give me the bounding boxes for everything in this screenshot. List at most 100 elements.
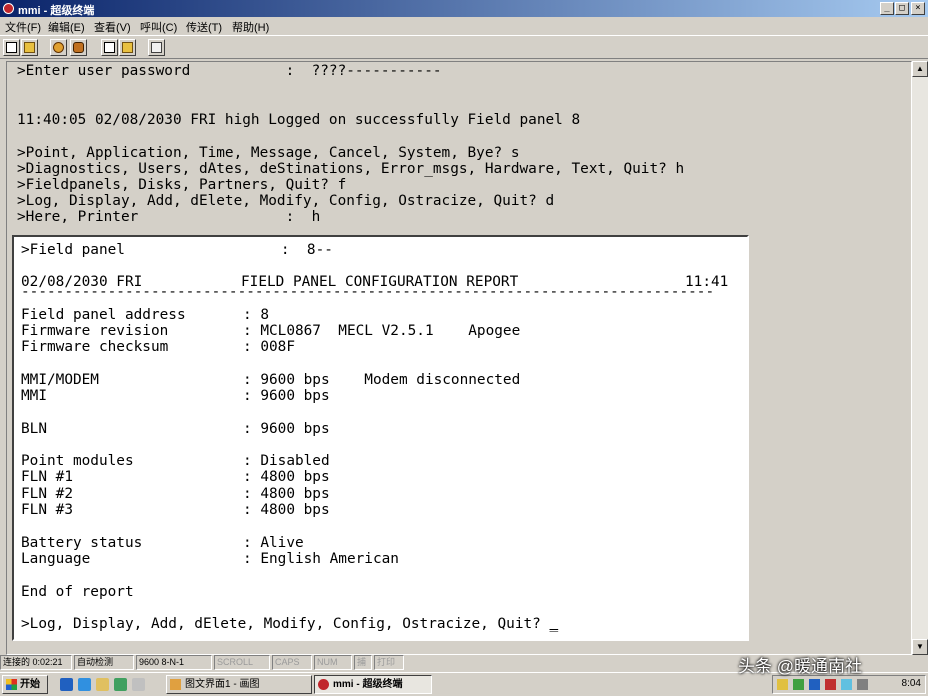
properties-icon xyxy=(151,42,162,53)
taskbar-hyperterminal-window[interactable]: mmi - 超级终端 xyxy=(314,675,432,694)
show-desktop-icon[interactable] xyxy=(96,678,109,691)
task-label: 图文界面1 - 画图 xyxy=(185,679,260,690)
report-row-value: : 8 xyxy=(243,307,269,323)
terminal-line: 11:40:05 02/08/2030 FRI high Logged on s… xyxy=(17,112,581,128)
report-row-label: BLN xyxy=(21,421,47,437)
status-auto-detect: 自动检测 xyxy=(74,655,134,670)
menu-call[interactable]: 呼叫(C) xyxy=(140,19,177,35)
terminal-line: >Here, Printer : h xyxy=(17,209,321,225)
send-button[interactable] xyxy=(101,39,118,56)
status-capture: 捕 xyxy=(354,655,372,670)
quick-launch-icon[interactable] xyxy=(132,678,145,691)
menu-bar: 文件(F) 编辑(E) 查看(V) 呼叫(C) 传送(T) 帮助(H) xyxy=(0,17,928,35)
start-label: 开始 xyxy=(20,679,40,690)
menu-view[interactable]: 查看(V) xyxy=(94,19,131,35)
start-button[interactable]: 开始 xyxy=(2,675,48,694)
tray-icon[interactable] xyxy=(825,679,836,690)
volume-icon[interactable] xyxy=(857,679,868,690)
report-row-value: : 9600 bps Modem disconnected xyxy=(243,372,521,388)
report-row-label: Language xyxy=(21,551,91,567)
close-button[interactable]: × xyxy=(911,2,925,15)
quick-launch-icon[interactable] xyxy=(114,678,127,691)
status-scroll: SCROLL xyxy=(214,655,270,670)
internet-explorer-icon[interactable] xyxy=(60,678,73,691)
toolbar xyxy=(0,35,928,59)
clock[interactable]: 8:04 xyxy=(902,678,921,689)
report-row-value: : 4800 bps xyxy=(243,502,330,518)
field-panel-report: >Field panel : 8-- 02/08/2030 FRI FIELD … xyxy=(12,235,749,641)
terminal-screen[interactable]: >Enter user password : ????----------- 1… xyxy=(6,61,912,655)
report-row-label: Firmware revision xyxy=(21,323,169,339)
taskbar-paint-window[interactable]: 图文界面1 - 画图 xyxy=(166,675,312,694)
menu-help[interactable]: 帮助(H) xyxy=(232,19,269,35)
end-of-report: End of report xyxy=(21,584,134,600)
report-row-label: Field panel address xyxy=(21,307,186,323)
command-prompt[interactable]: >Log, Display, Add, dElete, Modify, Conf… xyxy=(21,616,558,633)
field-panel-prompt: >Field panel : 8-- xyxy=(21,242,333,258)
send-icon xyxy=(104,42,115,53)
tray-icon[interactable] xyxy=(777,679,788,690)
status-connected-time: 连接的 0:02:21 xyxy=(0,655,72,670)
terminal-line: >Fieldpanels, Disks, Partners, Quit? f xyxy=(17,177,347,193)
tray-icon[interactable] xyxy=(809,679,820,690)
hyperterminal-icon xyxy=(318,679,329,690)
report-row-value: : Disabled xyxy=(243,453,330,469)
new-connection-button[interactable] xyxy=(3,39,20,56)
tray-icon[interactable] xyxy=(793,679,804,690)
status-print-echo: 打印 xyxy=(374,655,404,670)
open-button[interactable] xyxy=(21,39,38,56)
paint-icon xyxy=(170,679,181,690)
status-baud: 9600 8-N-1 xyxy=(136,655,212,670)
terminal-line: >Diagnostics, Users, dAtes, deStinations… xyxy=(17,161,685,177)
report-row-label: FLN #2 xyxy=(21,486,73,502)
title-bar: mmi - 超级终端 _ □ × xyxy=(0,0,928,17)
new-icon xyxy=(6,42,17,53)
disconnect-icon xyxy=(73,42,84,53)
report-row-value: : MCL0867 MECL V2.5.1 Apogee xyxy=(243,323,521,339)
system-tray: 8:04 xyxy=(772,675,926,694)
report-row-label: FLN #1 xyxy=(21,469,73,485)
connect-button[interactable] xyxy=(50,39,67,56)
vertical-scrollbar[interactable]: ▲ ▼ xyxy=(912,61,928,655)
properties-button[interactable] xyxy=(148,39,165,56)
report-row-label: MMI xyxy=(21,388,47,404)
hyperterminal-app-icon[interactable] xyxy=(3,3,14,14)
report-row-value: : 4800 bps xyxy=(243,486,330,502)
window-title: mmi - 超级终端 xyxy=(18,5,95,17)
open-icon xyxy=(24,42,35,53)
report-row-value: : Alive xyxy=(243,535,304,551)
report-row-value: : 9600 bps xyxy=(243,421,330,437)
report-row-label: MMI/MODEM xyxy=(21,372,99,388)
report-separator: ----------------------------------------… xyxy=(21,284,715,300)
command-prompt-text: >Log, Display, Add, dElete, Modify, Conf… xyxy=(21,616,550,632)
terminal-line: >Enter user password : ????----------- xyxy=(17,63,442,79)
receive-icon xyxy=(122,42,133,53)
watermark: 头条 @暖通南社 xyxy=(738,657,862,676)
report-row-label: Point modules xyxy=(21,453,134,469)
text-cursor: _ xyxy=(549,616,559,632)
status-num: NUM xyxy=(314,655,352,670)
receive-button[interactable] xyxy=(119,39,136,56)
report-row-label: Firmware checksum xyxy=(21,339,169,355)
maximize-button[interactable]: □ xyxy=(895,2,909,15)
minimize-button[interactable]: _ xyxy=(880,2,894,15)
task-label: mmi - 超级终端 xyxy=(333,679,403,690)
status-caps: CAPS xyxy=(272,655,312,670)
menu-file[interactable]: 文件(F) xyxy=(5,19,41,35)
terminal-line: >Point, Application, Time, Message, Canc… xyxy=(17,145,520,161)
menu-edit[interactable]: 编辑(E) xyxy=(48,19,85,35)
menu-transfer[interactable]: 传送(T) xyxy=(186,19,222,35)
scroll-down-button[interactable]: ▼ xyxy=(912,639,928,655)
report-row-label: FLN #3 xyxy=(21,502,73,518)
report-row-value: : English American xyxy=(243,551,399,567)
scroll-up-button[interactable]: ▲ xyxy=(912,61,928,77)
report-row-label: Battery status xyxy=(21,535,143,551)
connect-icon xyxy=(53,42,64,53)
disconnect-button[interactable] xyxy=(70,39,87,56)
report-row-value: : 9600 bps xyxy=(243,388,330,404)
windows-flag-icon xyxy=(6,679,17,690)
report-row-value: : 4800 bps xyxy=(243,469,330,485)
terminal-line: >Log, Display, Add, dElete, Modify, Conf… xyxy=(17,193,555,209)
outlook-express-icon[interactable] xyxy=(78,678,91,691)
tray-icon[interactable] xyxy=(841,679,852,690)
